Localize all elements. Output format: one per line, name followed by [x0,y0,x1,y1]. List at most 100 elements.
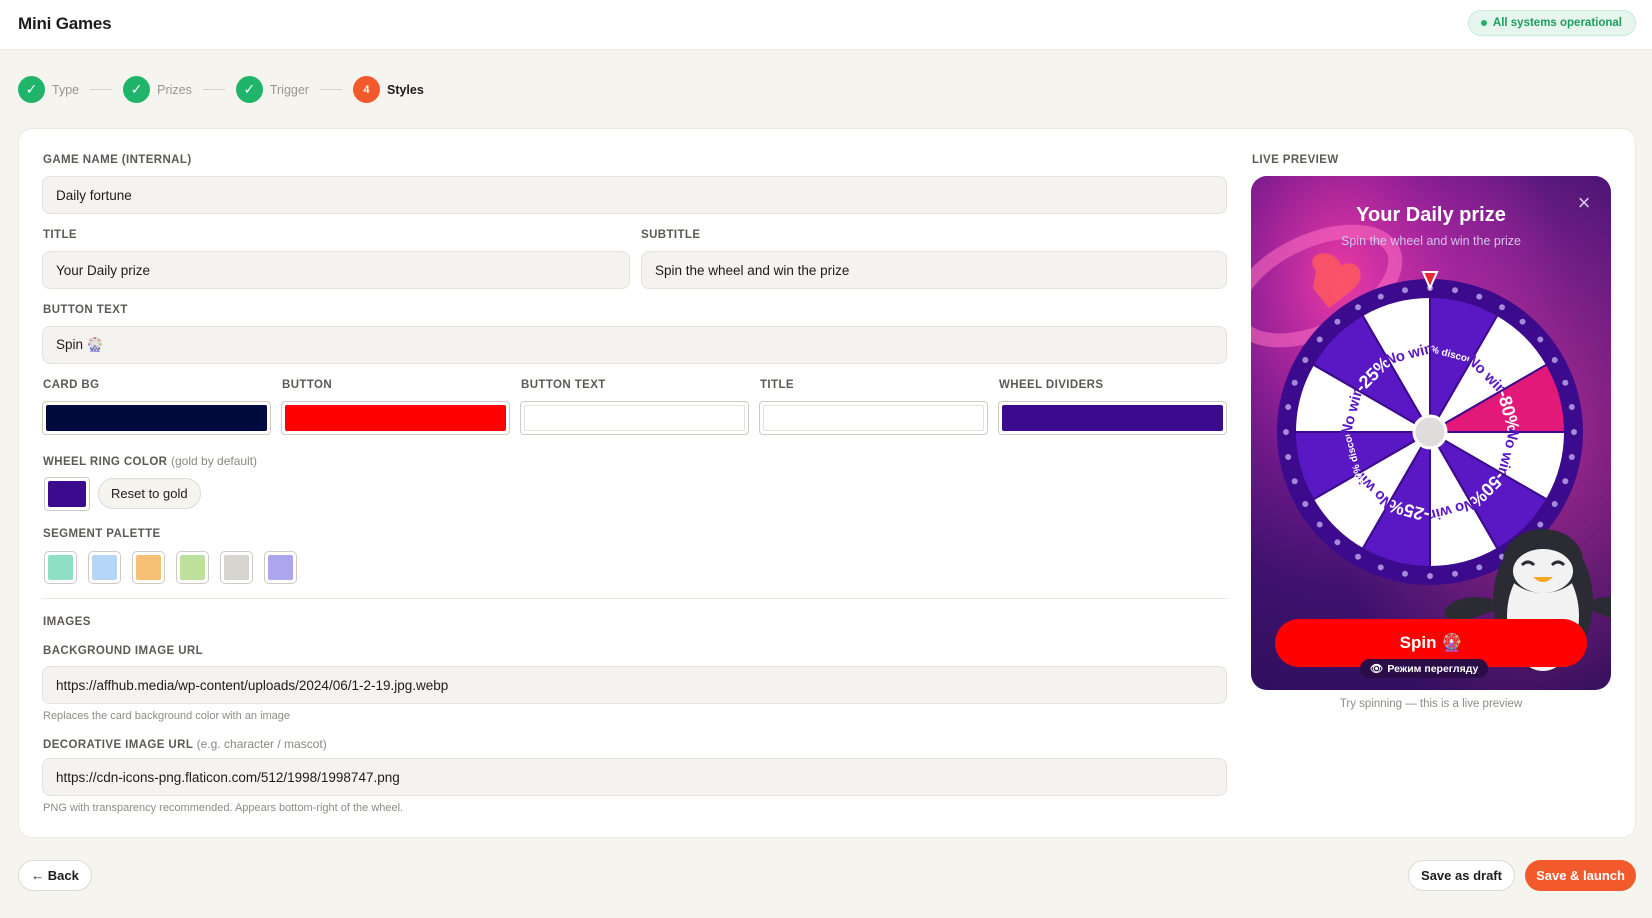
wheel-ring-swatch [48,481,86,507]
ring-light [1316,336,1323,343]
check-icon: ✓ [123,76,151,103]
wheel-dividers-label: WHEEL DIVIDERS [999,379,1104,391]
ring-light [1291,379,1298,386]
decorative-url-hint: (e.g. character / mascot) [196,737,327,751]
ring-light [1537,336,1544,343]
ring-light [1476,293,1483,300]
reset-to-gold-button[interactable]: Reset to gold [98,478,201,509]
wheel-dividers-swatch [1002,405,1223,431]
ring-light [1568,403,1575,410]
ring-light [1562,379,1569,386]
palette-color-1 [48,555,73,580]
button-color-swatch [285,405,506,431]
eye-icon: 👁 [1370,663,1384,675]
step-connector [319,89,342,90]
ring-light [1499,304,1505,311]
game-name-label: GAME NAME (INTERNAL) [43,154,192,166]
save-launch-button[interactable]: Save & launch [1525,860,1636,891]
ring-light [1427,573,1433,579]
palette-swatch-3[interactable] [132,551,165,584]
palette-swatch-2[interactable] [88,551,121,584]
background-url-input[interactable]: https://affhub.media/wp-content/uploads/… [42,666,1227,704]
palette-color-2 [92,555,117,580]
ring-light [1571,429,1577,435]
ring-light [1551,501,1558,507]
status-text: All systems operational [1492,17,1622,29]
palette-color-3 [136,555,161,580]
game-name-input[interactable]: Daily fortune [42,176,1227,214]
step-prizes[interactable]: ✓ Prizes [123,76,192,103]
preview-title: Your Daily prize [1356,204,1506,226]
ring-light [1519,318,1526,325]
title-label: TITLE [43,229,77,241]
step-connector [90,89,113,90]
step-styles[interactable]: 4 Styles [352,76,424,103]
palette-color-6 [268,555,293,580]
section-divider [42,598,1227,599]
card-bg-color-picker[interactable] [42,401,271,435]
button-text-color-label: BUTTON TEXT [521,379,606,391]
button-color-picker[interactable] [281,401,510,435]
segment-palette-label: SEGMENT PALETTE [43,528,161,540]
decorative-url-label: DECORATIVE IMAGE URL (e.g. character / m… [43,737,327,751]
images-section-label: IMAGES [43,616,91,628]
ring-light [1401,570,1408,577]
palette-swatch-6[interactable] [264,551,297,584]
ring-light [1316,521,1323,528]
ring-light [1355,304,1361,311]
subtitle-input[interactable]: Spin the wheel and win the prize [641,251,1227,289]
palette-swatch-5[interactable] [220,551,253,584]
check-icon: ✓ [235,76,263,103]
palette-color-5 [224,555,249,580]
step-trigger[interactable]: ✓ Trigger [235,76,309,103]
ring-light [1452,570,1459,577]
background-url-label: BACKGROUND IMAGE URL [43,645,204,657]
wheel-ring-color-picker[interactable] [44,477,90,511]
subtitle-label: SUBTITLE [641,229,701,241]
ring-light [1302,501,1309,507]
title-color-picker[interactable] [759,401,988,435]
title-color-swatch [763,405,984,431]
step-label: Prizes [157,82,192,97]
live-preview-label: LIVE PREVIEW [1252,154,1339,166]
ring-light [1355,553,1361,560]
back-button[interactable]: ← Back [18,860,92,891]
preview-subtitle: Spin the wheel and win the prize [1341,234,1521,248]
step-label: Trigger [269,82,309,97]
step-label: Type [52,82,80,97]
wheel-dividers-color-picker[interactable] [998,401,1227,435]
ring-light [1283,429,1289,435]
ring-light [1334,318,1341,325]
ring-light [1377,293,1384,300]
button-color-label: BUTTON [282,379,333,391]
top-bar: Mini Games All systems operational [0,0,1652,50]
button-text-input[interactable]: Spin 🎡 [42,326,1227,364]
view-mode-badge: 👁 Режим перегляду [1360,659,1489,678]
preview-canvas: 10% discountNo win-80%No win-50%No win-2… [1251,176,1611,690]
ring-light [1401,287,1408,294]
card-bg-swatch [46,405,267,431]
ring-light [1568,454,1575,461]
ring-light [1334,539,1341,546]
ring-light [1377,564,1384,571]
title-color-label: TITLE [760,379,794,391]
button-text-label: BUTTON TEXT [43,304,128,316]
button-text-color-swatch [524,405,745,431]
step-connector [202,89,225,90]
ring-light [1302,357,1309,363]
step-type[interactable]: ✓ Type [18,76,79,103]
save-draft-button[interactable]: Save as draft [1408,860,1515,891]
page-title: Mini Games [18,14,112,33]
decorative-url-input[interactable]: https://cdn-icons-png.flaticon.com/512/1… [42,758,1227,796]
wheel-ring-label: WHEEL RING COLOR (gold by default) [43,454,258,468]
check-icon: ✓ [18,76,45,103]
title-input[interactable]: Your Daily prize [42,251,630,289]
button-text-color-picker[interactable] [520,401,749,435]
ring-light [1476,564,1483,571]
live-preview-card: 10% discount No win -80% No win -50% No win -2… [1251,176,1611,690]
status-dot-icon [1480,20,1487,26]
palette-swatch-1[interactable] [44,551,77,584]
status-badge: All systems operational [1467,10,1636,36]
ring-light [1291,478,1298,485]
palette-swatch-4[interactable] [176,551,209,584]
